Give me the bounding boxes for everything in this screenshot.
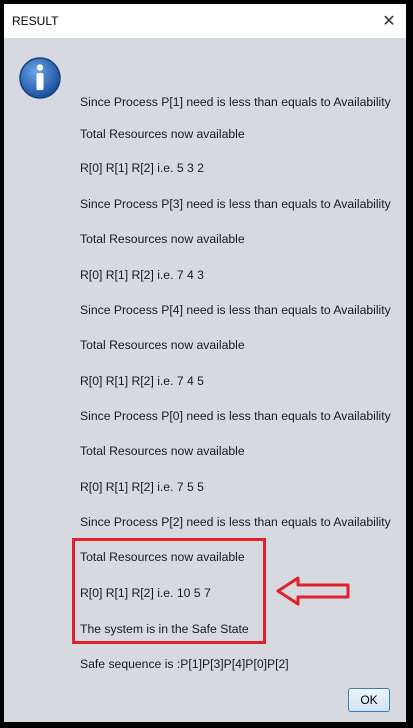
ok-button[interactable]: OK: [348, 688, 390, 712]
message-line: R[0] R[1] R[2] i.e. 7 4 3: [80, 268, 204, 282]
arrow-icon: [276, 576, 350, 606]
result-dialog: RESULT ✕ Since Process P[1] need is less…: [4, 4, 406, 722]
highlight-box: [72, 538, 266, 644]
message-line: Since Process P[1] need is less than equ…: [80, 95, 391, 109]
title-bar: RESULT ✕: [4, 4, 406, 38]
message-line: R[0] R[1] R[2] i.e. 7 4 5: [80, 374, 204, 388]
message-line: Since Process P[0] need is less than equ…: [80, 409, 391, 423]
message-line: Total Resources now available: [80, 444, 245, 458]
message-line: Since Process P[3] need is less than equ…: [80, 197, 391, 211]
close-icon[interactable]: ✕: [378, 10, 400, 32]
message-line: Since Process P[2] need is less than equ…: [80, 515, 391, 529]
message-line: Safe sequence is :P[1]P[3]P[4]P[0]P[2]: [80, 657, 289, 671]
dialog-title: RESULT: [12, 14, 59, 28]
dialog-content: Since Process P[1] need is less than equ…: [4, 38, 406, 722]
message-line: R[0] R[1] R[2] i.e. 7 5 5: [80, 480, 204, 494]
message-line: Since Process P[4] need is less than equ…: [80, 303, 391, 317]
message-line: Total Resources now available: [80, 338, 245, 352]
message-line: Total Resources now available: [80, 232, 245, 246]
message-line: Total Resources now available: [80, 127, 245, 141]
info-icon: [19, 57, 61, 99]
message-line: R[0] R[1] R[2] i.e. 5 3 2: [80, 161, 204, 175]
